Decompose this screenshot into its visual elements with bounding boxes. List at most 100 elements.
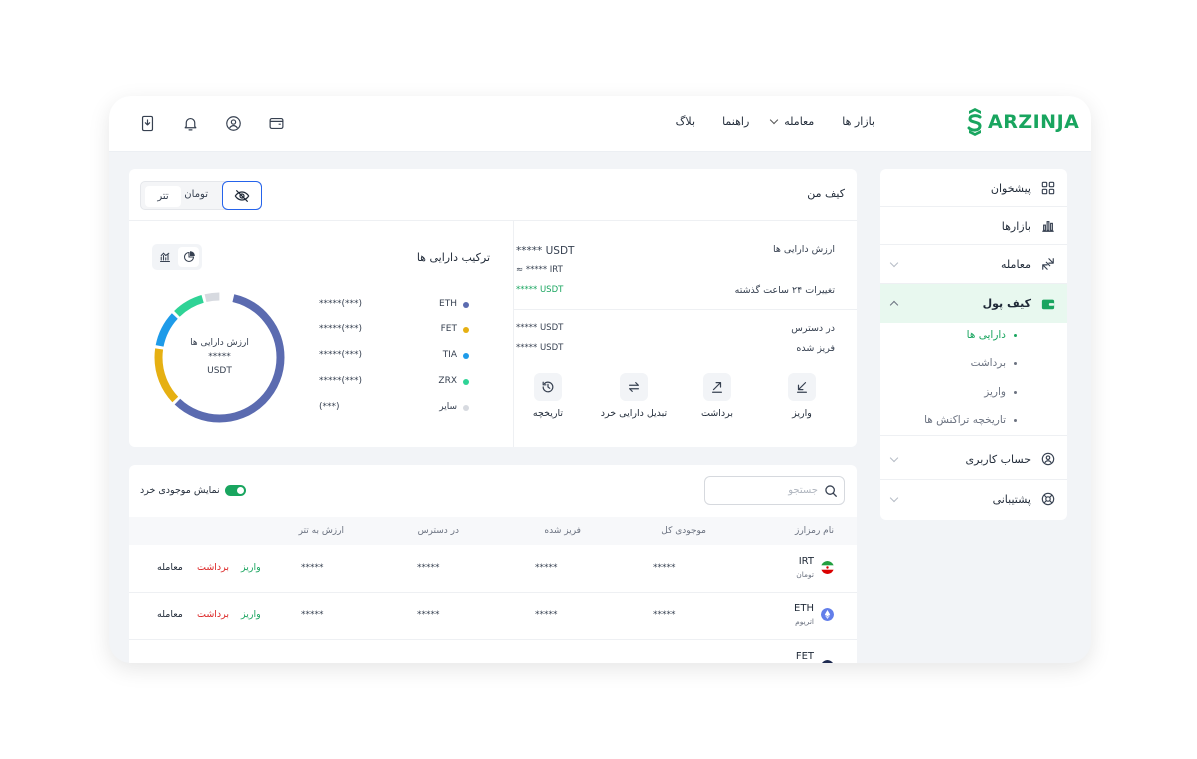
legend-dot <box>463 405 469 411</box>
currency-toman[interactable]: تومان <box>184 189 208 200</box>
legend-item-fet: FET *****(***) <box>319 324 469 338</box>
legend-item-eth: ETH *****(***) <box>319 299 469 313</box>
top-icons <box>139 115 285 132</box>
table-row: FET <box>129 640 857 663</box>
legend-name: FET <box>440 324 457 334</box>
sidebar-item-dashboard[interactable]: پیشخوان <box>880 169 1067 207</box>
coin-name: تومان <box>796 570 814 579</box>
action-box <box>620 373 648 401</box>
line-chart-toggle[interactable] <box>155 247 175 267</box>
convert-dust-button[interactable]: تبدیل دارایی خرد <box>589 373 679 419</box>
wallet-sub-history[interactable]: تاریخچه تراکنش ها <box>924 414 1017 426</box>
sidebar-item-support[interactable]: پشتیبانی <box>880 480 1067 518</box>
cell-frozen: ***** <box>535 563 558 573</box>
deposit-button[interactable]: واریز <box>767 373 837 419</box>
cell-usdt-value: ***** <box>301 610 324 620</box>
cell-available: ***** <box>417 610 440 620</box>
chevron-down-icon[interactable] <box>889 258 899 268</box>
sidebar-item-label: بازارها <box>1001 219 1031 233</box>
wallet-sub-label: واریز <box>984 386 1006 398</box>
cell-total: ***** <box>653 563 676 573</box>
sidebar-item-label: پیشخوان <box>990 181 1031 195</box>
action-label: برداشت <box>700 408 734 419</box>
bell-icon[interactable] <box>182 115 199 132</box>
chevron-down-icon[interactable] <box>889 453 899 463</box>
donut-center: ارزش دارایی ها ***** USDT <box>154 338 285 380</box>
row-withdraw-link[interactable]: برداشت <box>197 609 229 620</box>
row-deposit-link[interactable]: واریز <box>241 609 261 620</box>
wallet-sub-deposit[interactable]: واریز <box>984 386 1017 398</box>
asset-value-usdt: ***** USDT <box>516 245 575 257</box>
search-input[interactable]: جستجو <box>704 476 845 505</box>
available-value: ***** USDT <box>516 323 564 333</box>
search-placeholder: جستجو <box>788 485 818 496</box>
action-box <box>788 373 816 401</box>
row-trade-link[interactable]: معامله <box>157 609 183 620</box>
currency-tether[interactable]: تتر <box>145 186 181 207</box>
logo[interactable]: ARZINJA <box>966 108 1079 136</box>
legend-dot <box>463 353 469 359</box>
cell-available: ***** <box>417 563 440 573</box>
composition-title: ترکیب دارایی ها <box>416 251 490 264</box>
fet-coin-icon <box>822 660 833 663</box>
wallet-sub-assets[interactable]: دارایی ها <box>967 329 1017 341</box>
pie-chart-toggle[interactable] <box>178 247 199 267</box>
legend-item-other: سایر (***) <box>319 402 469 416</box>
row-trade-link[interactable]: معامله <box>157 562 183 573</box>
bullet-dot <box>1014 418 1017 422</box>
nav-trade-label: معامله <box>784 115 815 128</box>
available-label: در دسترس <box>791 323 835 334</box>
chevron-down-icon[interactable] <box>889 493 899 503</box>
user-circle-icon <box>1041 452 1055 466</box>
sidebar-item-trade[interactable]: معامله <box>880 245 1067 283</box>
sidebar-item-markets[interactable]: بازارها <box>880 207 1067 245</box>
user-profile-icon[interactable] <box>225 115 242 132</box>
wallet-icon[interactable] <box>268 115 285 132</box>
download-app-icon[interactable] <box>139 115 156 132</box>
arzinja-logo-icon <box>967 108 982 136</box>
legend-dot <box>463 327 469 333</box>
toggle-switch[interactable] <box>224 485 246 496</box>
wallet-sub-label: تاریخچه تراکنش ها <box>924 414 1006 426</box>
asset-value-irt: ≈ ***** IRT <box>516 265 563 275</box>
wallet-sub-withdraw[interactable]: برداشت <box>971 357 1017 369</box>
legend-name: ZRX <box>438 376 457 386</box>
currency-switch: تومان تتر <box>140 181 262 210</box>
sidebar-item-account[interactable]: حساب کاربری <box>880 440 1067 478</box>
legend-item-zrx: ZRX *****(***) <box>319 376 469 390</box>
sidebar-item-label: کیف پول <box>982 297 1031 310</box>
hide-balance-toggle[interactable] <box>222 181 262 210</box>
donut-unit: USDT <box>207 366 232 376</box>
coin-symbol: IRT <box>798 556 814 567</box>
coin-symbol: FET <box>795 651 814 662</box>
wallet-sub-label: برداشت <box>970 357 1006 369</box>
logo-text: ARZINJA <box>988 111 1080 133</box>
iran-flag-icon <box>821 561 834 574</box>
donut-label: ارزش دارایی ها <box>190 338 249 348</box>
row-withdraw-link[interactable]: برداشت <box>197 562 229 573</box>
bullet-dot <box>1014 333 1017 337</box>
app-window: بازار ها معامله راهنما بلاگ ARZINJA پیشخ… <box>109 96 1091 663</box>
nav-markets[interactable]: بازار ها <box>842 115 875 128</box>
top-bar: بازار ها معامله راهنما بلاگ ARZINJA <box>109 96 1091 152</box>
withdraw-button[interactable]: برداشت <box>682 373 752 419</box>
dashboard-grid-icon <box>1041 181 1055 195</box>
wallet-card: کیف من تومان تتر ارزش دارایی ها ***** US… <box>129 169 857 447</box>
bar-chart-icon <box>1042 221 1054 232</box>
history-clock-icon <box>542 381 554 393</box>
sidebar-item-label: معامله <box>1001 257 1031 271</box>
action-label: واریز <box>792 408 812 419</box>
nav-guide[interactable]: راهنما <box>722 115 749 128</box>
show-dust-toggle[interactable]: نمایش موجودی خرد <box>140 485 251 496</box>
sidebar-item-wallet[interactable]: کیف پول <box>880 284 1067 323</box>
nav-trade[interactable]: معامله <box>770 115 815 128</box>
coin-symbol: ETH <box>794 603 814 614</box>
wallet-icon <box>1041 299 1055 309</box>
row-deposit-link[interactable]: واریز <box>241 562 261 573</box>
bullet-dot <box>1014 361 1017 365</box>
cell-total: ***** <box>653 610 676 620</box>
history-button[interactable]: تاریخچه <box>513 373 583 419</box>
nav-blog[interactable]: بلاگ <box>676 115 695 128</box>
chevron-up-icon[interactable] <box>889 300 899 310</box>
ethereum-icon <box>821 608 834 621</box>
